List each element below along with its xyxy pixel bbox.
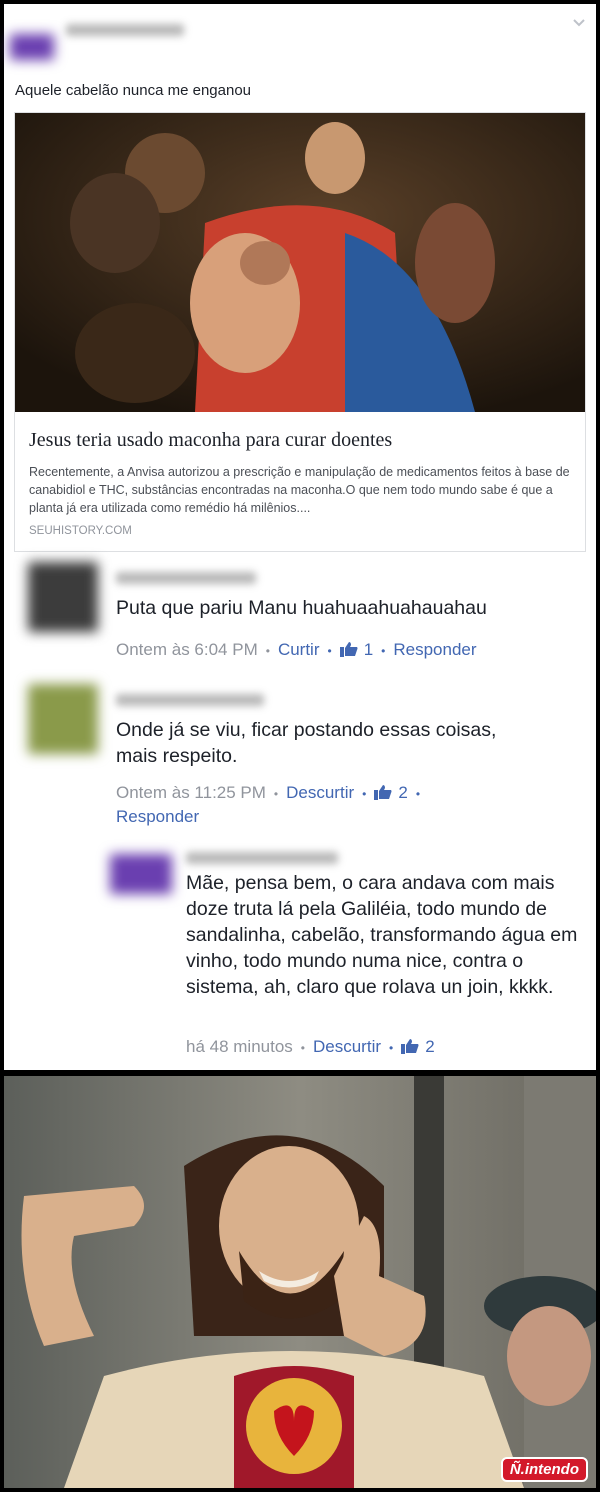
commenter-avatar[interactable] <box>28 684 98 754</box>
poster-name[interactable] <box>66 24 184 36</box>
comment-time[interactable]: Ontem às 6:04 PM <box>116 640 258 659</box>
commenter-name[interactable] <box>116 694 264 706</box>
facebook-post: Aquele cabelão nunca me enganou Jesus te… <box>4 4 596 1070</box>
link-preview-card[interactable]: Jesus teria usado maconha para curar doe… <box>14 112 586 552</box>
like-link[interactable]: Curtir <box>278 640 320 659</box>
like-count[interactable]: 2 <box>401 1037 435 1056</box>
commenter-name[interactable] <box>116 572 256 584</box>
reply-row: Responder <box>116 807 199 827</box>
comment-meta: Ontem às 11:25 PM • Descurtir • 2 • <box>116 783 421 802</box>
chevron-down-icon[interactable] <box>572 16 586 30</box>
link-domain: SEUHISTORY.COM <box>29 525 132 537</box>
reply-time[interactable]: há 48 minutos <box>186 1037 293 1056</box>
reply-link[interactable]: Responder <box>116 807 199 826</box>
buddy-christ-meme-image: Ñ.intendo <box>4 1076 596 1488</box>
comment-text: Puta que pariu Manu huahuaahuahauahau <box>116 597 487 619</box>
commenter-avatar[interactable] <box>28 562 98 632</box>
reply-author-name[interactable] <box>186 852 338 864</box>
like-count[interactable]: 2 <box>374 783 408 802</box>
reply-avatar[interactable] <box>110 854 172 894</box>
unlike-link[interactable]: Descurtir <box>286 783 354 802</box>
like-count[interactable]: 1 <box>339 640 373 659</box>
painting-image[interactable] <box>15 113 585 412</box>
unlike-link[interactable]: Descurtir <box>313 1037 381 1056</box>
thumbs-up-icon <box>401 1039 419 1054</box>
poster-avatar[interactable] <box>10 34 54 60</box>
comment-time[interactable]: Ontem às 11:25 PM <box>116 783 266 802</box>
comment-meta: Ontem às 6:04 PM • Curtir • 1 • Responder <box>116 640 477 659</box>
reply-text: Mãe, pensa bem, o cara andava com mais d… <box>186 872 578 998</box>
link-title[interactable]: Jesus teria usado maconha para curar doe… <box>29 429 392 452</box>
nintendo-watermark-logo: Ñ.intendo <box>500 1457 588 1482</box>
reply-link[interactable]: Responder <box>393 640 476 659</box>
comment-text: Onde já se viu, ficar postando essas coi… <box>116 719 497 767</box>
link-description: Recentemente, a Anvisa autorizou a presc… <box>29 465 570 515</box>
reply-meta: há 48 minutos • Descurtir • 2 <box>186 1037 435 1056</box>
post-caption: Aquele cabelão nunca me enganou <box>15 82 252 99</box>
thumbs-up-icon <box>339 642 358 657</box>
thumbs-up-icon <box>374 785 392 800</box>
